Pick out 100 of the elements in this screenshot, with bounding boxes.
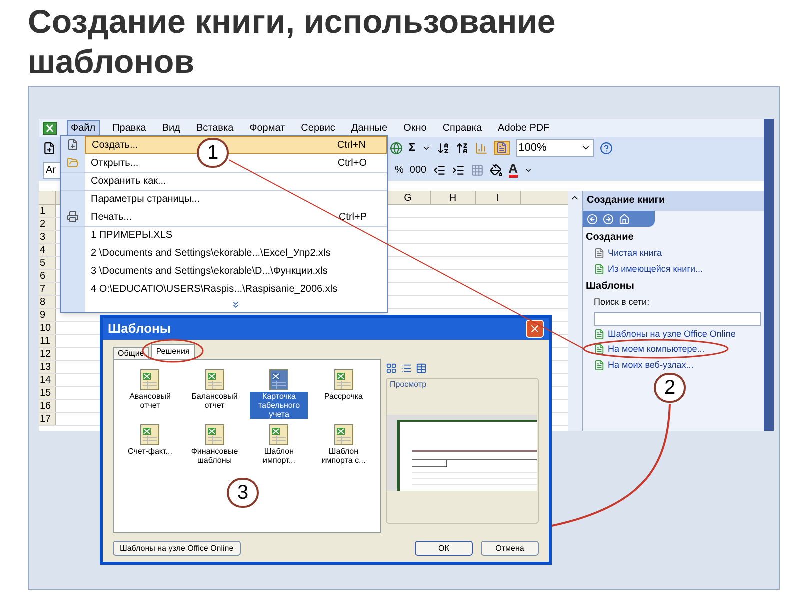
spreadsheet-file-icon: [267, 423, 292, 447]
folder-icon: [67, 157, 79, 169]
list-view-icon[interactable]: [401, 363, 412, 374]
template-item[interactable]: Балансовый отчет: [186, 392, 244, 410]
back-icon[interactable]: [587, 214, 598, 224]
task-pane-link[interactable]: Чистая книга: [608, 247, 662, 260]
task-pane-link[interactable]: На моем компьютере...: [608, 343, 705, 356]
document-icon: [594, 264, 605, 275]
row-header[interactable]: 16: [39, 400, 56, 412]
menu-item[interactable]: Вид: [159, 120, 184, 136]
dialog-tab[interactable]: Общие: [113, 347, 150, 359]
forward-icon[interactable]: [603, 214, 614, 224]
task-pane-link[interactable]: На моих веб-узлах...: [608, 358, 694, 372]
menu-entry[interactable]: Печать... Ctrl+P: [85, 208, 387, 226]
spreadsheet-file-icon: [138, 368, 162, 392]
row-header[interactable]: 17: [39, 413, 56, 425]
details-view-icon[interactable]: [416, 363, 427, 374]
menu-entry[interactable]: 3 \Documents and Settings\ekorable\D...\Функции.xls: [85, 262, 387, 280]
ok-button[interactable]: ОК: [415, 541, 473, 556]
cancel-button[interactable]: Отмена: [481, 541, 539, 556]
menu-item[interactable]: Правка: [110, 120, 150, 136]
menu-item[interactable]: Формат: [246, 120, 288, 136]
spreadsheet-file-icon: [202, 368, 227, 392]
dialog-title: Шаблоны: [108, 320, 171, 338]
row-header[interactable]: 14: [39, 374, 56, 386]
dialog-tab[interactable]: Решения: [151, 344, 195, 359]
section-heading: Шаблоны: [586, 280, 636, 294]
row-header[interactable]: 8: [39, 296, 56, 308]
row-header[interactable]: 1: [39, 205, 56, 217]
new-document-icon[interactable]: [43, 142, 56, 154]
font-color-button[interactable]: A: [508, 162, 518, 178]
close-button[interactable]: [526, 320, 544, 338]
large-icons-view-icon[interactable]: [386, 363, 397, 374]
row-header[interactable]: 9: [39, 309, 56, 321]
help-icon[interactable]: [600, 142, 613, 154]
thousands-separator-button[interactable]: 000: [410, 162, 427, 178]
column-header[interactable]: I: [476, 191, 521, 204]
document-icon: [594, 360, 605, 371]
menu-entry[interactable]: 1 ПРИМЕРЫ.XLS: [85, 227, 387, 244]
menu-item[interactable]: Сервис: [298, 120, 338, 136]
sum-button[interactable]: Σ: [409, 140, 416, 156]
template-item[interactable]: Шаблон импорт...: [250, 447, 308, 465]
menu-entry[interactable]: Параметры страницы...: [85, 191, 387, 208]
decrease-indent-icon[interactable]: [432, 164, 446, 176]
template-item[interactable]: Финансовые шаблоны: [186, 447, 244, 465]
row-header[interactable]: 10: [39, 322, 56, 334]
menu-entry[interactable]: 4 O:\EDUCATIO\USERS\Raspis...\Raspisanie_2006.xls: [85, 280, 387, 298]
template-item[interactable]: Шаблон импорта с...: [314, 447, 373, 465]
spreadsheet-file-icon: [267, 368, 292, 392]
row-header[interactable]: 12: [39, 348, 56, 360]
row-header[interactable]: 6: [39, 270, 56, 282]
sort-ascending-icon[interactable]: [436, 142, 450, 154]
row-header[interactable]: 7: [39, 283, 56, 295]
slide-title: Создание книги, использование шаблонов: [28, 2, 557, 82]
increase-indent-icon[interactable]: [452, 164, 465, 176]
template-item[interactable]: Счет-факт...: [121, 447, 180, 456]
row-header[interactable]: 11: [39, 335, 56, 347]
search-field[interactable]: [594, 312, 761, 326]
menu-item[interactable]: Окно: [400, 120, 430, 136]
row-header[interactable]: 2: [39, 218, 56, 230]
sort-descending-icon[interactable]: [456, 142, 469, 154]
spreadsheet-file-icon: [332, 368, 356, 392]
drawing-toggle-button[interactable]: [494, 141, 510, 155]
document-icon: [594, 328, 605, 340]
home-icon[interactable]: [619, 214, 630, 224]
row-header[interactable]: 15: [39, 387, 56, 399]
fill-color-icon[interactable]: [490, 164, 503, 176]
row-header[interactable]: 4: [39, 244, 56, 256]
new-document-icon: [67, 139, 79, 151]
online-templates-button[interactable]: Шаблоны на узле Office Online: [113, 541, 241, 556]
menu-item[interactable]: Справка: [440, 120, 486, 136]
row-header[interactable]: 5: [39, 257, 56, 269]
spreadsheet-file-icon: [138, 423, 162, 447]
menu-item[interactable]: Данные: [348, 120, 391, 136]
expand-menu-icon[interactable]: [231, 300, 241, 310]
row-header[interactable]: 3: [39, 231, 56, 243]
spreadsheet-file-icon: [202, 423, 227, 447]
template-item[interactable]: Карточка табельного учета: [250, 392, 308, 419]
menu-item[interactable]: Вставка: [193, 120, 237, 136]
globe-icon[interactable]: [390, 142, 403, 154]
template-item[interactable]: Авансовый отчет: [121, 392, 180, 410]
scroll-bar[interactable]: [568, 191, 582, 431]
menu-entry[interactable]: 2 \Documents and Settings\ekorable...\Excel_Упр2.xls: [85, 244, 387, 262]
highlight-ellipse: [142, 339, 204, 363]
task-pane-link[interactable]: Шаблоны на узле Office Online: [608, 328, 736, 341]
document-icon: [594, 344, 605, 356]
percent-style-button[interactable]: %: [395, 162, 404, 178]
section-heading: Создание: [586, 231, 635, 245]
zoom-field[interactable]: 100%: [516, 138, 594, 158]
menu-item[interactable]: Adobe PDF: [495, 120, 553, 136]
template-item[interactable]: Рассрочка: [314, 392, 373, 401]
row-header[interactable]: 13: [39, 361, 56, 373]
search-label: Поиск в сети:: [593, 296, 651, 309]
column-header[interactable]: H: [431, 191, 476, 204]
document-icon: [594, 248, 605, 260]
app-icon: [43, 122, 57, 134]
task-pane-link[interactable]: Из имеющейся книги...: [608, 262, 704, 276]
task-pane-title: Создание книги: [583, 191, 764, 211]
menu-item[interactable]: Файл: [67, 120, 100, 136]
menu-entry[interactable]: Сохранить как...: [85, 173, 387, 190]
